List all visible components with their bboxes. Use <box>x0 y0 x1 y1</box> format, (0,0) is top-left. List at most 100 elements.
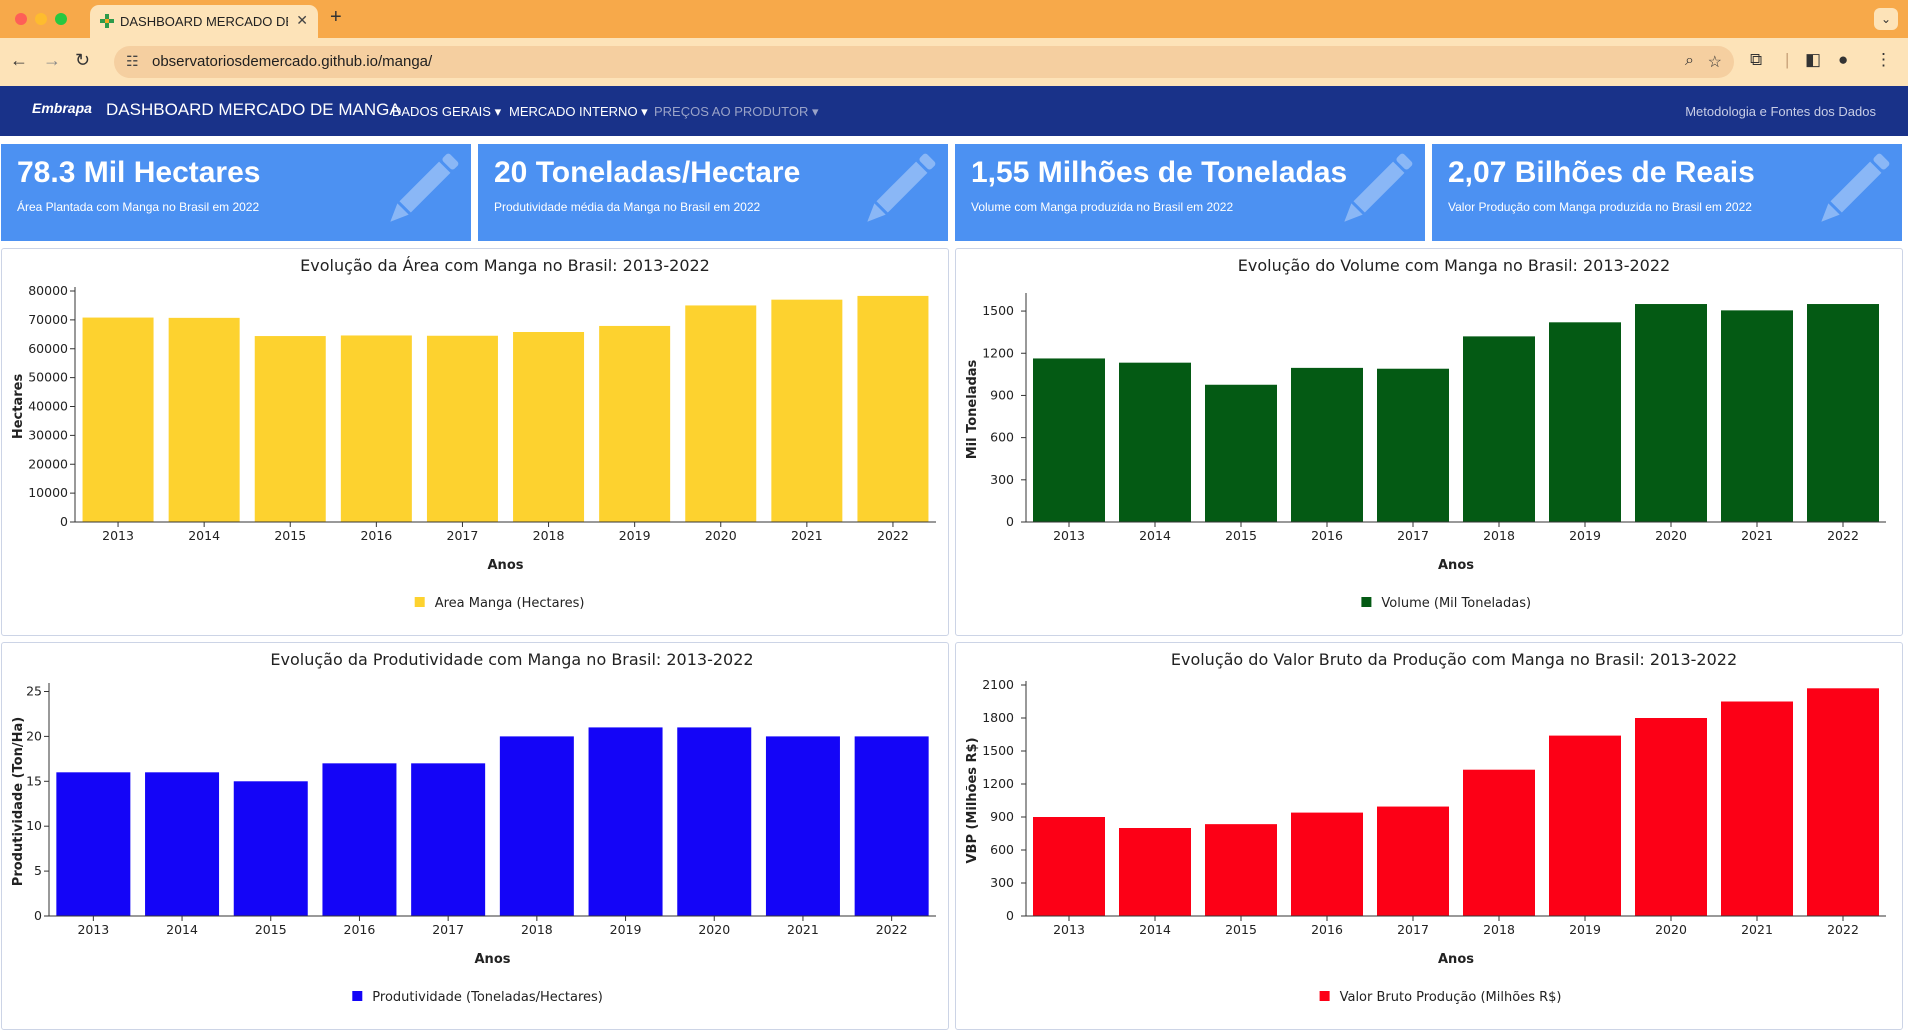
bar-2019[interactable] <box>1549 735 1621 916</box>
nav-precos-ao-produtor[interactable]: PREÇOS AO PRODUTOR ▾ <box>654 104 818 120</box>
bar-2014[interactable] <box>145 772 220 916</box>
bar-2021[interactable] <box>765 736 840 916</box>
bar-2017[interactable] <box>426 335 498 522</box>
legend-label[interactable]: Volume (Mil Toneladas) <box>1381 596 1531 611</box>
bar-2013[interactable] <box>1033 358 1105 522</box>
bar-2019[interactable] <box>1549 322 1621 522</box>
kpi-card-valor: 2,07 Bilhões de Reais Valor Produção com… <box>1432 144 1902 241</box>
dashboard-title[interactable]: DASHBOARD MERCADO DE MANGA <box>106 100 401 120</box>
y-tick-label: 600 <box>990 842 1014 857</box>
bar-2018[interactable] <box>499 736 574 916</box>
bar-2014[interactable] <box>168 317 240 522</box>
legend-swatch[interactable] <box>1361 597 1372 607</box>
bar-2021[interactable] <box>1721 310 1793 522</box>
x-tick-label: 2015 <box>255 922 287 937</box>
methodology-link[interactable]: Metodologia e Fontes dos Dados <box>1685 104 1876 119</box>
bar-2015[interactable] <box>233 781 308 916</box>
bar-2014[interactable] <box>1119 362 1191 522</box>
extensions-icon[interactable]: ⧉ <box>1750 50 1762 70</box>
tab-close-icon[interactable]: ✕ <box>296 12 308 29</box>
pencil-icon <box>1344 153 1413 222</box>
bar-2018[interactable] <box>1463 769 1535 916</box>
legend-swatch[interactable] <box>352 991 363 1001</box>
bar-2016[interactable] <box>1291 367 1363 522</box>
bar-2022[interactable] <box>1807 304 1879 522</box>
close-window-button[interactable] <box>15 13 27 25</box>
bar-2021[interactable] <box>771 299 843 522</box>
bookmark-star-icon[interactable]: ☆ <box>1708 52 1722 72</box>
bar-2013[interactable] <box>1033 817 1105 916</box>
bar-2015[interactable] <box>254 336 326 522</box>
side-panel-icon[interactable]: ◧ <box>1805 50 1821 70</box>
minimize-window-button[interactable] <box>35 13 47 25</box>
x-axis-label: Anos <box>488 558 524 573</box>
bar-2015[interactable] <box>1205 824 1277 916</box>
maximize-window-button[interactable] <box>55 13 67 25</box>
bar-2015[interactable] <box>1205 384 1277 522</box>
y-tick-label: 0 <box>34 908 42 923</box>
bar-2017[interactable] <box>1377 806 1449 916</box>
browser-tab-active[interactable]: DASHBOARD MERCADO DE M ✕ <box>90 5 318 38</box>
kpi-label: Valor Produção com Manga produzida no Br… <box>1448 200 1752 214</box>
bar-2020[interactable] <box>685 305 757 522</box>
y-tick-label: 1200 <box>982 345 1014 360</box>
tab-search-button[interactable]: ⌄ <box>1874 8 1898 30</box>
toolbar-divider: | <box>1785 50 1790 69</box>
reload-icon[interactable]: ↻ <box>75 50 90 71</box>
address-bar[interactable]: ☷ observatoriosdemercado.github.io/manga… <box>114 46 1734 78</box>
bar-2021[interactable] <box>1721 701 1793 917</box>
bar-2019[interactable] <box>599 325 671 522</box>
bar-2017[interactable] <box>411 763 486 916</box>
y-axis-label: Hectares <box>11 374 26 440</box>
x-tick-label: 2021 <box>1741 528 1773 543</box>
bar-2013[interactable] <box>82 317 154 522</box>
bar-2019[interactable] <box>588 727 663 916</box>
y-tick-label: 60000 <box>28 341 68 356</box>
bar-2020[interactable] <box>1635 718 1707 916</box>
kpi-label: Produtividade média da Manga no Brasil e… <box>494 200 761 214</box>
site-info-icon[interactable]: ☷ <box>126 53 139 70</box>
chart-panel-area: Evolução da Área com Manga no Brasil: 20… <box>1 248 949 636</box>
bar-2016[interactable] <box>322 763 397 916</box>
nav-dados-gerais[interactable]: DADOS GERAIS ▾ <box>392 104 501 120</box>
bar-2018[interactable] <box>513 332 585 522</box>
bar-2016[interactable] <box>340 335 412 522</box>
bar-2018[interactable] <box>1463 336 1535 522</box>
forward-arrow-icon[interactable]: → <box>43 50 61 71</box>
bar-2017[interactable] <box>1377 368 1449 522</box>
y-tick-label: 15 <box>26 773 42 788</box>
x-tick-label: 2013 <box>1053 922 1085 937</box>
legend-label[interactable]: Valor Bruto Produção (Milhões R$) <box>1340 990 1562 1005</box>
bar-2020[interactable] <box>677 727 752 916</box>
x-tick-label: 2019 <box>1569 922 1601 937</box>
y-tick-label: 80000 <box>28 283 68 298</box>
x-tick-label: 2014 <box>188 528 220 543</box>
legend-swatch[interactable] <box>414 597 425 607</box>
bar-2020[interactable] <box>1635 304 1707 522</box>
bar-2022[interactable] <box>854 736 929 916</box>
x-tick-label: 2019 <box>610 922 642 937</box>
legend-label[interactable]: Produtividade (Toneladas/Hectares) <box>372 990 603 1005</box>
y-tick-label: 1500 <box>982 743 1014 758</box>
profile-avatar-icon[interactable]: ● <box>1838 50 1848 70</box>
chart-title: Evolução da Produtividade com Manga no B… <box>270 650 753 669</box>
bar-2022[interactable] <box>1807 688 1879 916</box>
bar-2013[interactable] <box>56 772 131 916</box>
url-text[interactable]: observatoriosdemercado.github.io/manga/ <box>152 53 432 70</box>
y-tick-label: 10000 <box>28 485 68 500</box>
back-arrow-icon[interactable]: ← <box>10 50 28 71</box>
y-tick-label: 30000 <box>28 427 68 442</box>
legend-swatch[interactable] <box>1319 991 1330 1001</box>
bar-2022[interactable] <box>857 295 929 522</box>
new-tab-button[interactable]: + <box>330 6 342 29</box>
x-tick-label: 2016 <box>344 922 376 937</box>
y-tick-label: 1800 <box>982 710 1014 725</box>
zoom-icon[interactable]: ⌕ <box>1685 52 1694 70</box>
bar-2016[interactable] <box>1291 812 1363 916</box>
x-tick-label: 2015 <box>1225 922 1257 937</box>
nav-mercado-interno[interactable]: MERCADO INTERNO ▾ <box>509 104 648 120</box>
embrapa-logo[interactable]: Embrapa <box>32 100 92 116</box>
legend-label[interactable]: Area Manga (Hectares) <box>435 596 585 611</box>
bar-2014[interactable] <box>1119 828 1191 916</box>
more-menu-icon[interactable]: ⋮ <box>1875 50 1892 70</box>
